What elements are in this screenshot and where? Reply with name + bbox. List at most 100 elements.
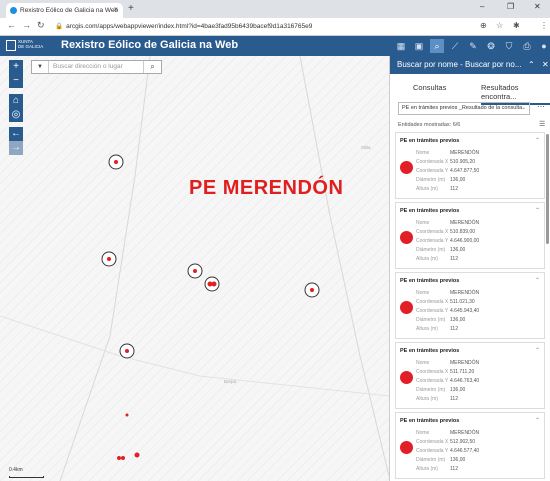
- result-card[interactable]: PE en trámites previos ⌃ Nome MERENDÓN Coord…: [395, 412, 545, 479]
- panel-header: Buscar por nome - Buscar por no... ⌃ ✕: [390, 56, 550, 74]
- address-bar-row: ← → ↻ 🔒 arcgis.com/apps/webappviewer/inde…: [0, 18, 550, 36]
- chevron-up-icon[interactable]: ⌃: [535, 137, 540, 144]
- attr-label: Coordenada Y: [416, 168, 449, 174]
- attr-value: 512.902,50: [450, 439, 476, 445]
- attr-label: Diámetro (m): [416, 317, 446, 323]
- attr-value: 511.711,20: [450, 369, 475, 375]
- home-icon[interactable]: ⌂: [9, 94, 23, 108]
- restore-button[interactable]: ❐: [507, 2, 514, 11]
- result-card[interactable]: PE en trámites previos ⌃ Nome MERENDÓN Coord…: [395, 202, 545, 269]
- attr-label: Altura (m): [416, 396, 438, 402]
- measure-widget-icon[interactable]: ⟋: [448, 39, 462, 53]
- more-options-icon[interactable]: ⋯: [537, 102, 545, 111]
- back-arrow-icon[interactable]: ←: [7, 20, 16, 30]
- reload-icon[interactable]: ↻: [37, 20, 45, 31]
- draw-widget-icon[interactable]: ✎: [466, 39, 480, 53]
- zoom-in-button[interactable]: +: [9, 60, 23, 74]
- url-field[interactable]: 🔒 arcgis.com/apps/webappviewer/index.html…: [55, 21, 475, 33]
- feature-count: Entidades mostradas: 6/6: [398, 122, 461, 128]
- zoom-out-button[interactable]: −: [9, 74, 23, 88]
- attr-label: Nome: [416, 430, 430, 436]
- collapse-panel-icon[interactable]: ⌃: [528, 56, 535, 74]
- attr-value: 112: [450, 256, 458, 262]
- map-search-box[interactable]: ▼ Buscar dirección o lugar ⌕: [31, 60, 162, 74]
- attr-label: Nome: [416, 220, 430, 226]
- bookmark-star-icon[interactable]: ☆: [496, 21, 503, 30]
- app-header: XUNTA DE GALICIA Rexistro Eólico de Gali…: [0, 36, 550, 56]
- chevron-up-icon[interactable]: ⌃: [535, 207, 540, 214]
- locate-icon[interactable]: ◎: [9, 108, 23, 122]
- tab-consultas[interactable]: Consultas: [413, 83, 446, 92]
- forward-arrow-icon[interactable]: →: [22, 20, 31, 30]
- scale-label: 0.4km: [9, 467, 23, 473]
- turbine-marker[interactable]: [101, 251, 117, 267]
- results-scrollbar[interactable]: [546, 134, 549, 244]
- layers-widget-icon[interactable]: ▦: [394, 39, 408, 53]
- turbine-point[interactable]: [125, 413, 129, 417]
- previous-extent-icon[interactable]: ←: [9, 127, 23, 141]
- turbine-marker[interactable]: [119, 343, 135, 359]
- filter-list-icon[interactable]: ☰: [539, 120, 545, 128]
- search-source-dropdown-icon[interactable]: ▼: [32, 61, 49, 73]
- next-extent-icon[interactable]: →: [9, 141, 23, 155]
- print-widget-icon[interactable]: ⎙: [520, 39, 534, 53]
- turbine-symbol-icon: [400, 441, 413, 454]
- attr-value: 4.645.943,40: [450, 308, 480, 314]
- result-title: PE en trámites previos: [400, 348, 460, 354]
- attr-value: 112: [450, 396, 458, 402]
- attr-label: Nome: [416, 150, 430, 156]
- chevron-up-icon[interactable]: ⌃: [535, 277, 540, 284]
- boundary-line: [0, 315, 389, 397]
- query-widget-icon[interactable]: ⌕: [430, 39, 444, 53]
- turbine-point[interactable]: [121, 456, 125, 460]
- result-card[interactable]: PE en trámites previos ⌃ Nome MERENDÓN Coord…: [395, 342, 545, 409]
- result-title: PE en trámites previos: [400, 138, 460, 144]
- attr-value: 136,00: [450, 177, 466, 183]
- share-icon[interactable]: ⊕: [480, 21, 487, 30]
- turbine-marker[interactable]: [204, 276, 220, 292]
- attr-label: Coordenada Y: [416, 378, 449, 384]
- attr-label: Coordenada X: [416, 299, 449, 305]
- info-widget-icon[interactable]: ●: [537, 39, 550, 53]
- search-input[interactable]: Buscar dirección o lugar: [53, 63, 123, 70]
- turbine-marker[interactable]: [304, 282, 320, 298]
- attr-label: Altura (m): [416, 186, 438, 192]
- turbine-marker[interactable]: [108, 154, 124, 170]
- search-icon[interactable]: ⌕: [143, 61, 161, 73]
- chevron-up-icon[interactable]: ⌃: [535, 347, 540, 354]
- turbine-symbol-icon: [400, 301, 413, 314]
- browser-tab[interactable]: Rexistro Eólico de Galicia na Web ×: [6, 3, 123, 18]
- filter-widget-icon[interactable]: ⛉: [502, 39, 516, 53]
- extensions-icon[interactable]: ✱: [513, 21, 520, 30]
- window-close-button[interactable]: ✕: [534, 2, 541, 11]
- url-text: arcgis.com/apps/webappviewer/index.html?…: [66, 23, 313, 30]
- new-tab-button[interactable]: +: [128, 3, 134, 14]
- attr-label: Diámetro (m): [416, 387, 446, 393]
- result-card[interactable]: PE en trámites previos ⌃ Nome MERENDÓN Coord…: [395, 272, 545, 339]
- query-panel: Buscar por nome - Buscar por no... ⌃ ✕ C…: [389, 56, 550, 481]
- chevron-up-icon[interactable]: ⌃: [535, 417, 540, 424]
- results-list: PE en trámites previos ⌃ Nome MERENDÓN Coord…: [395, 132, 545, 481]
- result-title: PE en trámites previos: [400, 278, 460, 284]
- turbine-marker[interactable]: [187, 263, 203, 279]
- attr-label: Nome: [416, 360, 430, 366]
- basemap-widget-icon[interactable]: ▣: [412, 39, 426, 53]
- share-widget-icon[interactable]: ❂: [484, 39, 498, 53]
- minimize-button[interactable]: –: [480, 2, 484, 11]
- tab-close-icon[interactable]: ×: [113, 5, 118, 14]
- result-layer-select[interactable]: PE en trámites previos _Resultado de la …: [398, 102, 530, 115]
- attr-value: 510.905,20: [450, 159, 476, 165]
- attr-value: 112: [450, 186, 458, 192]
- map-view[interactable]: Obla Borpa: [0, 56, 389, 481]
- turbine-point[interactable]: [117, 456, 121, 460]
- attr-label: Coordenada Y: [416, 448, 449, 454]
- attr-label: Altura (m): [416, 256, 438, 262]
- selected-layer-text: PE en trámites previos _Resultado de la …: [402, 105, 523, 111]
- browser-menu-icon[interactable]: ⋮: [540, 21, 548, 30]
- attr-label: Altura (m): [416, 466, 438, 472]
- result-card[interactable]: PE en trámites previos ⌃ Nome MERENDÓN Coord…: [395, 132, 545, 199]
- turbine-point[interactable]: [134, 452, 140, 458]
- attr-value: 4.646.900,00: [450, 238, 480, 244]
- panel-close-icon[interactable]: ✕: [542, 56, 549, 74]
- attr-label: Diámetro (m): [416, 247, 446, 253]
